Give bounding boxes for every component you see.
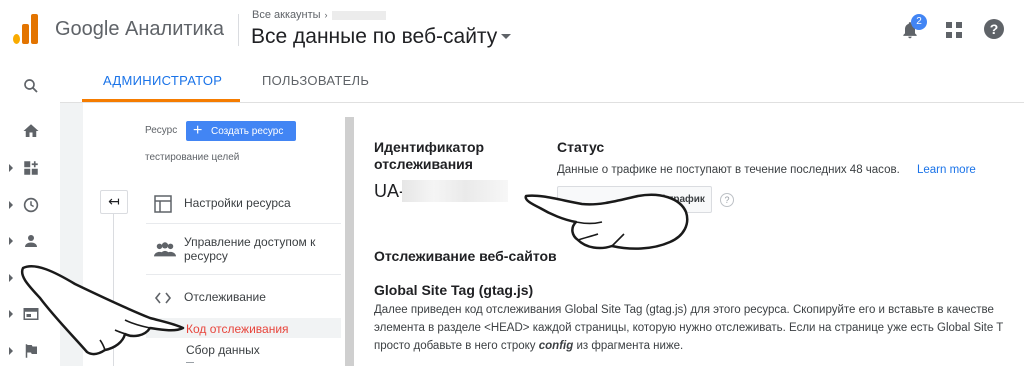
app-name: Google Аналитика bbox=[55, 18, 225, 40]
menu-item-label: Настройки ресурса bbox=[184, 196, 291, 210]
home-icon[interactable] bbox=[22, 122, 40, 140]
help-glyph: ? bbox=[989, 21, 999, 37]
blurred-account-name bbox=[331, 10, 386, 20]
help-glyph: ? bbox=[724, 195, 730, 205]
tracking-id-value: UA- bbox=[374, 181, 405, 201]
expand-arrow-icon[interactable] bbox=[9, 310, 13, 318]
admin-tabs: АДМИНИСТРАТОР ПОЛЬЗОВАТЕЛЬ bbox=[60, 60, 1024, 103]
property-settings-icon bbox=[154, 195, 172, 213]
desc-text: просто добавьте в него строку bbox=[374, 340, 539, 352]
menu-item-label: Управление доступом к ресурсу bbox=[184, 235, 316, 263]
realtime-clock-icon[interactable] bbox=[22, 196, 40, 214]
submenu-item-tracking-code[interactable]: Код отслеживания bbox=[186, 322, 289, 336]
expand-arrow-icon[interactable] bbox=[9, 347, 13, 355]
view-dropdown-caret-icon[interactable] bbox=[501, 34, 511, 39]
gtag-heading: Global Site Tag (gtag.js) bbox=[374, 282, 534, 298]
create-property-button[interactable]: + Создать ресурс bbox=[186, 121, 296, 141]
top-bar: Google Аналитика Все аккаунты › Все данны… bbox=[0, 0, 1024, 60]
tab-administrator[interactable]: АДМИНИСТРАТОР bbox=[103, 73, 222, 88]
column-scroll-divider[interactable] bbox=[345, 117, 354, 366]
expand-arrow-icon[interactable] bbox=[9, 237, 13, 245]
pointing-hand-illustration bbox=[524, 193, 689, 250]
breadcrumb-label: Все аккаунты bbox=[252, 9, 321, 21]
search-icon[interactable] bbox=[22, 77, 40, 95]
property-name[interactable]: тестирование целей bbox=[145, 152, 239, 163]
breadcrumb-chevron-icon: › bbox=[324, 10, 328, 20]
submenu-item-data-collection[interactable]: Сбор данных bbox=[186, 343, 260, 357]
active-tab-indicator bbox=[82, 99, 240, 102]
menu-item-label: Отслеживание bbox=[184, 290, 266, 304]
apps-grid-icon[interactable] bbox=[946, 22, 962, 38]
menu-item-property-settings[interactable]: Настройки ресурса bbox=[146, 185, 341, 224]
back-arrow-icon: ↤ bbox=[108, 193, 120, 209]
expand-arrow-icon[interactable] bbox=[9, 274, 13, 282]
config-keyword: config bbox=[538, 340, 574, 352]
view-selector[interactable]: Все данные по веб-сайту bbox=[251, 25, 497, 49]
gtag-description-line: Далее приведен код отслеживания Global S… bbox=[374, 304, 994, 316]
audience-person-icon[interactable] bbox=[22, 232, 40, 250]
status-message: Данные о трафике не поступают в течение … bbox=[557, 164, 900, 176]
submenu-item-cutoff bbox=[186, 362, 194, 367]
plus-icon: + bbox=[193, 122, 203, 139]
blurred-tracking-id bbox=[402, 180, 508, 202]
notifications-badge[interactable]: 2 bbox=[911, 14, 927, 30]
create-property-label: Создать ресурс bbox=[211, 126, 284, 137]
status-heading: Статус bbox=[557, 139, 605, 155]
property-label: Ресурс bbox=[145, 125, 178, 136]
expand-arrow-icon[interactable] bbox=[9, 164, 13, 172]
user-management-icon bbox=[154, 242, 176, 257]
header-divider bbox=[238, 14, 239, 46]
breadcrumb[interactable]: Все аккаунты › bbox=[252, 9, 386, 21]
tracking-id-label: Идентификатор отслеживания bbox=[374, 139, 485, 172]
collapse-back-button[interactable]: ↤ bbox=[100, 190, 128, 214]
gtag-description-line: просто добавьте в него строку config из … bbox=[374, 340, 683, 352]
learn-more-link[interactable]: Learn more bbox=[917, 164, 976, 176]
google-analytics-logo[interactable] bbox=[13, 14, 39, 44]
expand-arrow-icon[interactable] bbox=[9, 201, 13, 209]
customization-icon[interactable] bbox=[22, 159, 40, 177]
gtag-description-line: элемента в разделе <HEAD> каждой страниц… bbox=[374, 322, 1004, 334]
status-help-icon[interactable]: ? bbox=[720, 193, 734, 207]
pointing-hand-illustration bbox=[20, 265, 185, 356]
tab-user[interactable]: ПОЛЬЗОВАТЕЛЬ bbox=[262, 73, 369, 88]
help-icon[interactable]: ? bbox=[984, 19, 1004, 39]
desc-text: из фрагмента ниже. bbox=[573, 340, 684, 352]
